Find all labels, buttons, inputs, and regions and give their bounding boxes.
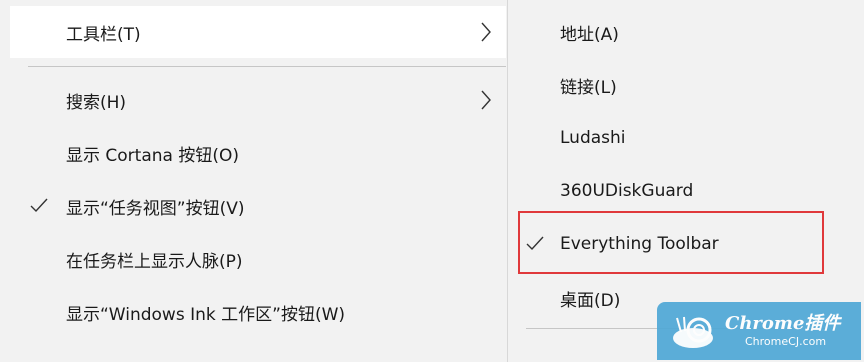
menu-separator (28, 66, 506, 67)
menu-item-label: 在任务栏上显示人脉(P) (66, 251, 243, 272)
menu-item-search[interactable]: 搜索(H) (10, 74, 506, 126)
watermark: Chrome插件 ChromeCJ.com (657, 302, 861, 360)
menu-item-label: 搜索(H) (66, 92, 127, 113)
menu-item-label: 工具栏(T) (66, 24, 141, 45)
watermark-subtitle: ChromeCJ.com (745, 335, 827, 348)
snail-logo-icon (673, 316, 713, 348)
menu-item-show-task-view[interactable]: 显示“任务视图”按钮(V) (10, 180, 506, 232)
menu-item-label: 显示“任务视图”按钮(V) (66, 198, 245, 219)
screen: 工具栏(T) 搜索(H) 显示 Cortana 按钮(O) 显示“任务视图”按钮… (0, 0, 864, 362)
watermark-title: Chrome插件 (725, 313, 841, 334)
menu-item-show-windows-ink[interactable]: 显示“Windows Ink 工作区”按钮(W) (10, 286, 506, 338)
check-icon (30, 198, 48, 213)
submenu-item-address[interactable]: 地址(A) (508, 6, 864, 58)
menu-item-show-people[interactable]: 在任务栏上显示人脉(P) (10, 233, 506, 285)
submenu-item-label: 地址(A) (560, 24, 619, 45)
menu-item-show-cortana[interactable]: 显示 Cortana 按钮(O) (10, 127, 506, 179)
chevron-right-icon (481, 22, 491, 42)
highlight-annotation-box (518, 211, 824, 274)
taskbar-context-menu: 工具栏(T) 搜索(H) 显示 Cortana 按钮(O) 显示“任务视图”按钮… (10, 0, 506, 362)
submenu-item-links[interactable]: 链接(L) (508, 59, 864, 111)
submenu-item-label: 360UDiskGuard (560, 181, 694, 201)
submenu-item-label: 链接(L) (560, 77, 617, 98)
menu-item-toolbars[interactable]: 工具栏(T) (10, 6, 506, 58)
submenu-item-ludashi[interactable]: Ludashi (508, 112, 864, 164)
submenu-item-360udiskguard[interactable]: 360UDiskGuard (508, 165, 864, 217)
menu-item-label: 显示“Windows Ink 工作区”按钮(W) (66, 304, 346, 325)
menu-item-label: 显示 Cortana 按钮(O) (66, 145, 239, 166)
submenu-item-label: Ludashi (560, 128, 626, 148)
submenu-item-label: 桌面(D) (560, 290, 621, 311)
chevron-right-icon (481, 90, 491, 110)
